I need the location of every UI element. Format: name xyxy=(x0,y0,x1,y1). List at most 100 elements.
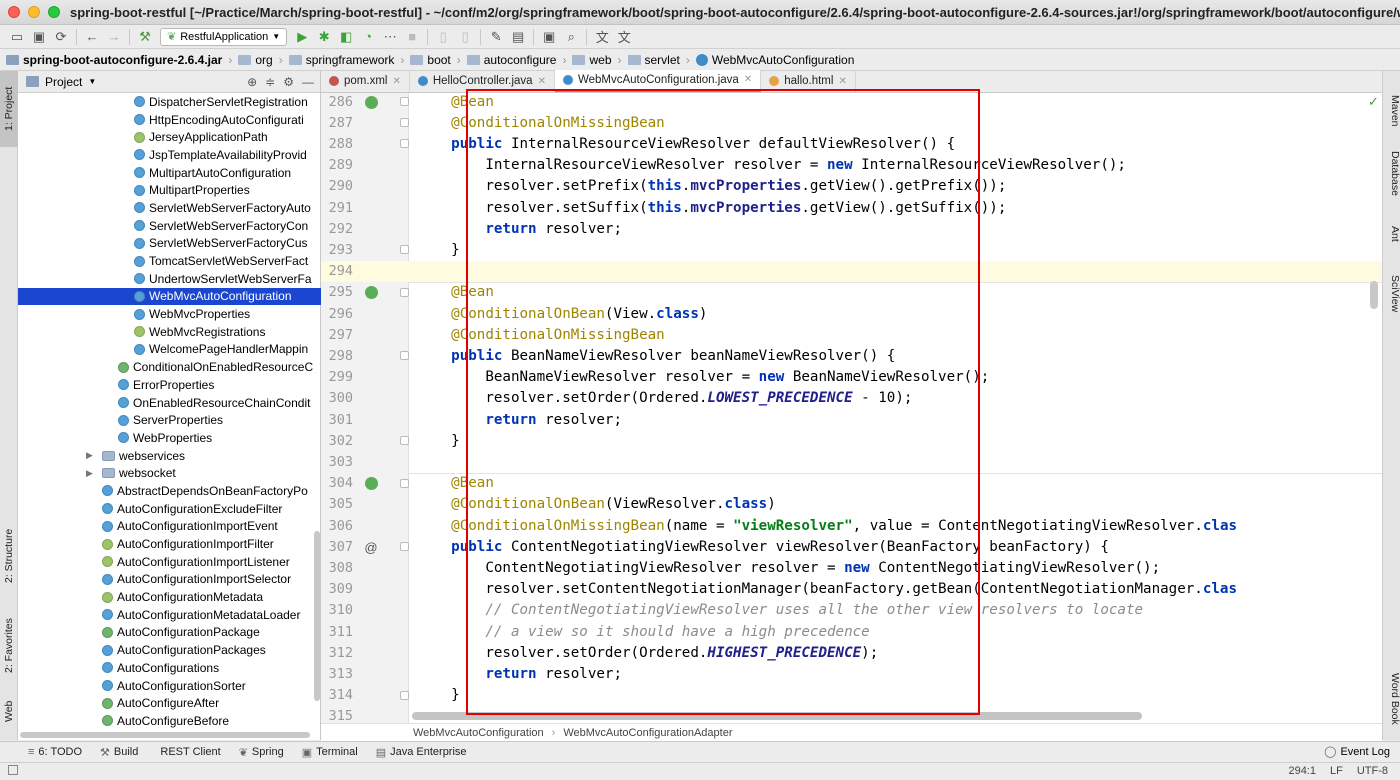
open-folder-icon[interactable]: ▭ xyxy=(6,27,28,47)
autowired-gutter-icon[interactable]: @ xyxy=(361,540,381,555)
close-tab-icon[interactable]: ✕ xyxy=(838,76,846,87)
close-tab-icon[interactable]: ✕ xyxy=(538,76,546,87)
coverage-icon[interactable]: ◧ xyxy=(335,27,357,47)
project-structure-icon[interactable]: ▤ xyxy=(507,27,529,47)
search-icon[interactable]: ⌕ xyxy=(560,27,582,47)
tree-item[interactable]: UndertowServletWebServerFa xyxy=(18,270,321,288)
tree-item[interactable]: AutoConfigurationExcludeFilter xyxy=(18,500,321,518)
hide-panel-icon[interactable]: — xyxy=(302,75,314,89)
profile-icon[interactable]: ◔ xyxy=(357,27,379,47)
close-tab-icon[interactable]: ✕ xyxy=(744,74,752,85)
translate-icon[interactable]: 文 xyxy=(591,27,613,47)
tool-tab-web[interactable]: Web xyxy=(0,691,18,731)
bottom-tool-button[interactable]: ❦ Spring xyxy=(239,746,284,759)
breadcrumb-class[interactable]: WebMvcAutoConfiguration xyxy=(695,53,854,67)
tree-item[interactable]: WebMvcProperties xyxy=(18,305,321,323)
tree-item[interactable]: AutoConfigureBefore xyxy=(18,712,321,730)
tool-tab-wordbook[interactable]: Word Book xyxy=(1383,666,1400,731)
breadcrumb-jar[interactable]: spring-boot-autoconfigure-2.6.4.jar xyxy=(6,53,222,67)
fold-marker-icon[interactable] xyxy=(400,478,409,488)
breadcrumb-org[interactable]: org xyxy=(238,53,273,67)
tree-item[interactable]: AutoConfigureAfter xyxy=(18,694,321,712)
fold-marker-icon[interactable] xyxy=(400,97,409,106)
tool-windows-toggle-icon[interactable] xyxy=(8,765,18,775)
tree-item[interactable]: DispatcherServletRegistration xyxy=(18,93,321,111)
tree-item[interactable]: AutoConfigurationMetadata xyxy=(18,588,321,606)
caret-position[interactable]: 294:1 xyxy=(1288,765,1316,777)
close-window-button[interactable] xyxy=(8,6,20,18)
tree-item[interactable]: ▶ webservices xyxy=(18,447,321,465)
sync-icon[interactable]: ⟳ xyxy=(50,27,72,47)
build-hammer-icon[interactable]: ⚒ xyxy=(134,27,156,47)
line-separator[interactable]: LF xyxy=(1330,765,1343,777)
editor-breadcrumb-class[interactable]: WebMvcAutoConfiguration xyxy=(413,727,544,739)
tree-item[interactable]: ServletWebServerFactoryCon xyxy=(18,217,321,235)
tree-item[interactable]: AutoConfigurationPackage xyxy=(18,624,321,642)
run-icon[interactable]: ▶ xyxy=(291,27,313,47)
tree-item[interactable]: ConditionalOnEnabledResourceC xyxy=(18,358,321,376)
fold-marker-icon[interactable] xyxy=(400,245,409,255)
tree-item[interactable]: AbstractDependsOnBeanFactoryPo xyxy=(18,482,321,500)
save-all-icon[interactable]: ▣ xyxy=(28,27,50,47)
zoom-window-button[interactable] xyxy=(48,6,60,18)
tree-item[interactable]: ErrorProperties xyxy=(18,376,321,394)
bottom-tool-button[interactable]: ▤ Java Enterprise xyxy=(376,746,467,759)
tree-item[interactable]: JspTemplateAvailabilityProvid xyxy=(18,146,321,164)
debug-bug-icon[interactable]: ✱ xyxy=(313,27,335,47)
tree-item[interactable]: MultipartProperties xyxy=(18,181,321,199)
tool-tab-project[interactable]: 1: Project xyxy=(0,71,18,147)
minimize-window-button[interactable] xyxy=(28,6,40,18)
locate-target-icon[interactable]: ⊕ xyxy=(247,75,257,89)
inspection-ok-icon[interactable]: ✓ xyxy=(1368,94,1379,110)
editor-tab[interactable]: pom.xml ✕ xyxy=(321,70,410,92)
file-encoding[interactable]: UTF-8 xyxy=(1357,765,1388,777)
tree-item[interactable]: AutoConfigurationSorter xyxy=(18,677,321,695)
breadcrumb-servlet[interactable]: servlet xyxy=(627,53,680,67)
spring-bean-gutter-icon[interactable] xyxy=(361,95,381,109)
expand-arrow-icon[interactable]: ▶ xyxy=(86,450,98,461)
tree-item[interactable]: HttpEncodingAutoConfigurati xyxy=(18,111,321,129)
bottom-tool-button[interactable]: REST Client xyxy=(156,746,220,758)
tree-item[interactable]: AutoConfigurationImportEvent xyxy=(18,518,321,536)
collapse-all-icon[interactable]: ≑ xyxy=(265,75,275,89)
fold-marker-icon[interactable] xyxy=(400,690,409,700)
tree-item[interactable]: AutoConfigurations xyxy=(18,659,321,677)
vcs-history-icon[interactable]: ▯ xyxy=(454,27,476,47)
back-arrow-icon[interactable]: ← xyxy=(81,27,103,47)
fold-marker-icon[interactable] xyxy=(400,139,409,149)
tree-item[interactable]: AutoConfigurationImportSelector xyxy=(18,571,321,589)
tree-item[interactable]: MultipartAutoConfiguration xyxy=(18,164,321,182)
tree-item[interactable]: ▶ websocket xyxy=(18,464,321,482)
tree-item[interactable]: TomcatServletWebServerFact xyxy=(18,252,321,270)
tool-tab-structure[interactable]: 2: Structure xyxy=(0,516,18,596)
fold-marker-icon[interactable] xyxy=(400,287,409,297)
tree-item[interactable]: WebProperties xyxy=(18,429,321,447)
expand-arrow-icon[interactable]: ▶ xyxy=(86,468,98,479)
fold-marker-icon[interactable] xyxy=(400,436,409,446)
breadcrumb-springframework[interactable]: springframework xyxy=(288,53,394,67)
tree-item[interactable]: ServletWebServerFactoryAuto xyxy=(18,199,321,217)
editor-vertical-scrollbar[interactable] xyxy=(1370,281,1378,309)
breadcrumb-autoconfigure[interactable]: autoconfigure xyxy=(466,53,556,67)
tree-item[interactable]: ServletWebServerFactoryCus xyxy=(18,235,321,253)
chevron-down-icon[interactable]: ▼ xyxy=(88,77,96,86)
settings-wrench-icon[interactable]: ✎ xyxy=(485,27,507,47)
project-vertical-scrollbar[interactable] xyxy=(314,531,320,701)
close-tab-icon[interactable]: ✕ xyxy=(392,76,400,87)
bottom-tool-button[interactable]: ≡ 6: TODO xyxy=(28,746,82,758)
spring-bean-gutter-icon[interactable] xyxy=(361,476,381,491)
editor-breadcrumb-inner-class[interactable]: WebMvcAutoConfigurationAdapter xyxy=(563,727,732,739)
stop-icon[interactable]: ■ xyxy=(401,27,423,47)
translate-popup-icon[interactable]: 文 xyxy=(613,27,635,47)
tool-tab-ant[interactable]: Ant xyxy=(1383,219,1400,249)
tool-tab-sciview[interactable]: SciView xyxy=(1383,266,1400,321)
gear-icon[interactable]: ⚙ xyxy=(283,75,294,89)
spring-bean-gutter-icon[interactable] xyxy=(361,285,381,300)
event-log-button[interactable]: ◯ Event Log xyxy=(1324,745,1390,759)
run-dropdown-icon[interactable]: ⋯ xyxy=(379,27,401,47)
breadcrumb-boot[interactable]: boot xyxy=(410,53,451,67)
tool-tab-maven[interactable]: Maven xyxy=(1383,91,1400,131)
breadcrumb-web[interactable]: web xyxy=(572,53,612,67)
vcs-icon[interactable]: ▯ xyxy=(432,27,454,47)
tree-item[interactable]: AutoConfigurationImportFilter xyxy=(18,535,321,553)
